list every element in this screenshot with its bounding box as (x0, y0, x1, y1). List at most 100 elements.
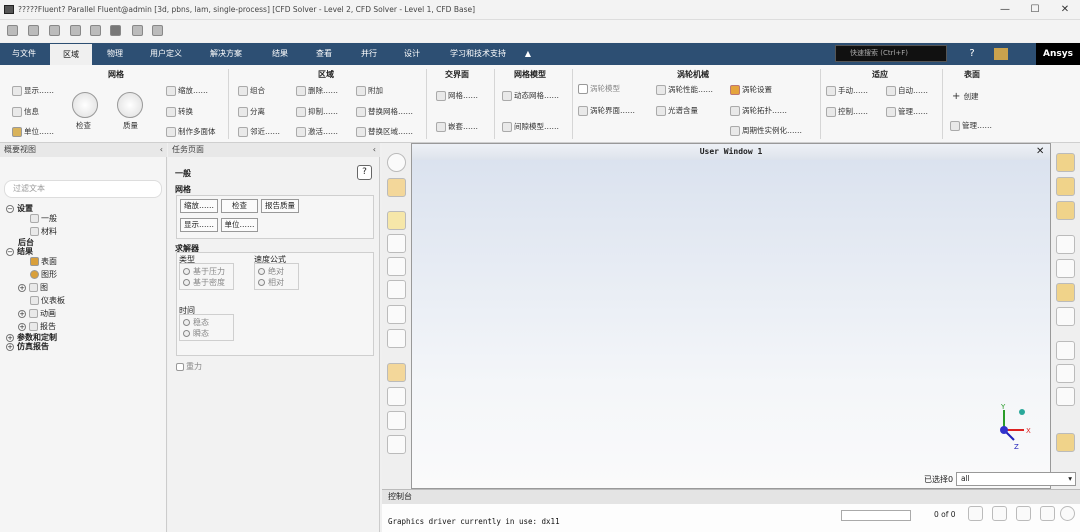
zones-delete-button[interactable]: 删除…… (296, 85, 338, 96)
turbo-model-checkbox[interactable]: 涡轮模型 (578, 83, 620, 94)
task-collapse-button[interactable]: ‹ (373, 143, 376, 157)
zones-replace-mesh-button[interactable]: 替换网格…… (356, 106, 413, 117)
steady-radio[interactable]: 稳态 (183, 317, 209, 328)
tree-item-plots[interactable]: + 图 (18, 282, 48, 293)
turbo-setup-button[interactable]: 涡轮设置 (730, 84, 772, 95)
graphics-window[interactable]: User Window 1 ✕ Y X Z (411, 143, 1051, 489)
zoom-to-icon[interactable] (387, 411, 406, 430)
turbo-interface-button[interactable]: 涡轮界面…… (578, 105, 635, 116)
report-quality-button[interactable]: 报告质量 (261, 199, 299, 213)
zoom-in-out-icon[interactable] (387, 280, 406, 299)
zones-separate-button[interactable]: 分离 (238, 106, 265, 117)
surface-create-button[interactable]: + 创建 (952, 91, 979, 102)
tree-item-surfaces[interactable]: 表面 (30, 256, 57, 267)
display-button[interactable]: 显示…… (180, 218, 218, 232)
write-icon[interactable] (49, 25, 60, 36)
tree-item-reports[interactable]: + 报告 (18, 321, 56, 332)
layout-icon[interactable] (110, 25, 121, 36)
eye-settings-icon[interactable] (1056, 259, 1075, 278)
eye-icon[interactable] (1056, 235, 1075, 254)
settings-icon[interactable] (152, 25, 163, 36)
rotate-icon[interactable] (387, 234, 406, 253)
menu-physics[interactable]: 物理 (94, 43, 136, 65)
docs-icon[interactable] (994, 48, 1008, 60)
mesh-display-button[interactable]: 显示…… (12, 85, 54, 96)
tree-item-materials[interactable]: 材料 (30, 226, 57, 237)
minimize-button[interactable]: — (990, 2, 1020, 18)
help-button[interactable]: ? (357, 165, 372, 180)
undo-icon[interactable] (70, 25, 81, 36)
zones-adjacency-button[interactable]: 邻近…… (238, 126, 280, 137)
tree-item-sim-reports[interactable]: + 仿真报告 (6, 341, 49, 352)
clear-icon[interactable] (1040, 506, 1055, 521)
menu-domain[interactable]: 区域 (50, 44, 92, 65)
pressure-based-radio[interactable]: 基于压力 (183, 266, 225, 277)
tree-item-setup[interactable]: − 设置 (6, 203, 33, 214)
mesh-scale-button[interactable]: 缩放…… (166, 85, 208, 96)
outline-collapse-button[interactable]: ‹ (160, 143, 163, 157)
adapt-control-button[interactable]: 控制…… (826, 106, 868, 117)
adapt-auto-button[interactable]: 自动…… (886, 85, 928, 96)
make-polyhedra-button[interactable]: 制作多面体 (166, 126, 216, 137)
interfaces-mesh-button[interactable]: 网格…… (436, 90, 478, 101)
zoom-box-icon[interactable] (387, 305, 406, 324)
tree-item-graphics[interactable]: 图形 (30, 269, 57, 280)
zones-append-button[interactable]: 附加 (356, 85, 383, 96)
mesh-quality-button[interactable]: 质量 (123, 120, 138, 131)
contours-icon[interactable] (1056, 177, 1075, 196)
menu-file[interactable]: 与文件 (0, 43, 48, 65)
console-search-input[interactable] (841, 510, 911, 521)
gap-model-button[interactable]: 间隙模型…… (502, 121, 559, 132)
menu-learning[interactable]: 学习和技术支持 (440, 43, 516, 65)
find-next-icon[interactable] (992, 506, 1007, 521)
menu-design[interactable]: 设计 (392, 43, 432, 65)
undo-view-icon[interactable] (1056, 307, 1075, 326)
zoom-fit-icon[interactable] (387, 387, 406, 406)
collapse-ribbon-button[interactable]: ▲ (520, 43, 536, 65)
gravity-checkbox[interactable]: 重力 (176, 361, 202, 372)
mesh-transform-button[interactable]: 转换 (166, 106, 193, 117)
adapt-manual-button[interactable]: 手动…… (826, 85, 868, 96)
pointer-icon[interactable] (387, 211, 406, 230)
find-prev-icon[interactable] (968, 506, 983, 521)
absolute-radio[interactable]: 绝对 (258, 266, 284, 277)
mesh-check-button[interactable]: 检查 (76, 120, 91, 131)
print-icon[interactable] (132, 25, 143, 36)
maximize-button[interactable]: ☐ (1020, 2, 1050, 18)
close-window-button[interactable]: ✕ (1050, 2, 1080, 18)
interfaces-overset-button[interactable]: 嵌套…… (436, 121, 478, 132)
adapt-manage-button[interactable]: 管理…… (886, 106, 928, 117)
mesh-units-button[interactable]: 单位…… (12, 126, 54, 137)
periodic-instancing-button[interactable]: 周期性实例化…… (730, 125, 802, 136)
zones-combine-button[interactable]: 组合 (238, 85, 265, 96)
tree-item-results[interactable]: − 结果 (6, 246, 33, 257)
selection-dropdown[interactable]: all ▾ (956, 472, 1076, 486)
scale-button[interactable]: 缩放…… (180, 199, 218, 213)
menu-results[interactable]: 结果 (260, 43, 300, 65)
zones-replace-zone-button[interactable]: 替换区域…… (356, 126, 413, 137)
find-options-icon[interactable] (1016, 506, 1031, 521)
display-mode-icon[interactable] (387, 153, 406, 172)
dynamic-mesh-button[interactable]: 动态网格…… (502, 90, 559, 101)
quick-search-input[interactable]: 快速搜索 (Ctrl+F) (835, 45, 947, 62)
plot-icon[interactable] (1056, 341, 1075, 360)
graphics-close-button[interactable]: ✕ (1036, 146, 1044, 157)
check-button[interactable]: 检查 (221, 199, 258, 213)
menu-view[interactable]: 查看 (304, 43, 344, 65)
select-icon[interactable] (387, 363, 406, 382)
mesh-display-icon[interactable] (1056, 153, 1075, 172)
zoom-out-icon[interactable] (387, 435, 406, 454)
copy-icon[interactable] (1056, 433, 1075, 452)
spectral-content-button[interactable]: 光谱含量 (656, 105, 698, 116)
read-icon[interactable] (28, 25, 39, 36)
toggle-icon[interactable] (1056, 364, 1075, 383)
redo-icon[interactable] (90, 25, 101, 36)
notes-icon[interactable] (1056, 387, 1075, 406)
vectors-icon[interactable] (1056, 201, 1075, 220)
density-based-radio[interactable]: 基于密度 (183, 277, 225, 288)
tree-item-dashboard[interactable]: 仪表板 (30, 295, 65, 306)
help-icon[interactable]: ? (962, 43, 982, 65)
tree-item-animations[interactable]: + 动画 (18, 308, 56, 319)
tree-item-general[interactable]: 一般 (30, 213, 57, 224)
zones-deactivate-button[interactable]: 抑制…… (296, 106, 338, 117)
